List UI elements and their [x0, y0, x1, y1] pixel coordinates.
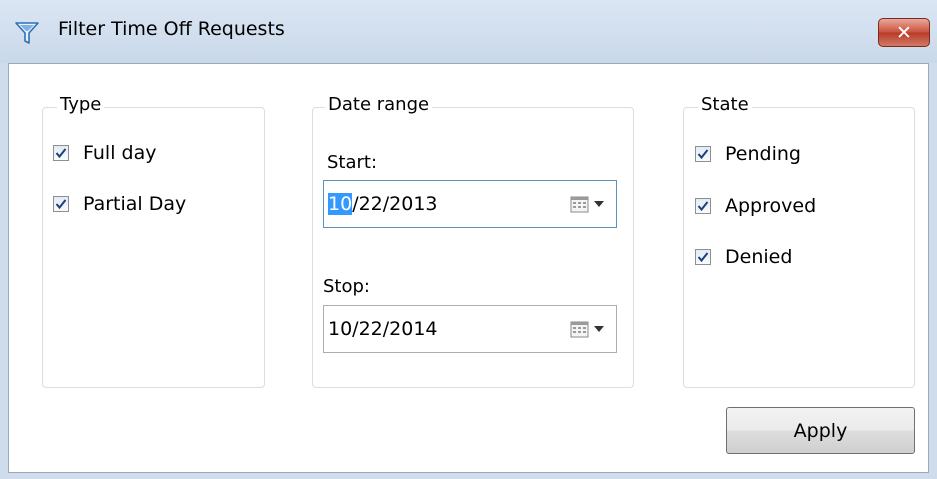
- checkbox-approved[interactable]: Approved: [695, 193, 816, 219]
- check-icon: [697, 149, 709, 160]
- window-title: Filter Time Off Requests: [58, 18, 285, 40]
- checkbox-box[interactable]: [53, 145, 69, 161]
- close-button[interactable]: ✕: [878, 18, 930, 47]
- start-label: Start:: [327, 152, 378, 173]
- checkbox-label: Partial Day: [83, 193, 187, 215]
- calendar-dropdown-button[interactable]: [570, 194, 608, 214]
- checkbox-box[interactable]: [695, 146, 711, 162]
- stop-label: Stop:: [323, 276, 370, 297]
- start-date-month-selected: 10: [328, 193, 353, 215]
- checkbox-box[interactable]: [695, 249, 711, 265]
- filter-dialog: Filter Time Off Requests ✕ Type Full day…: [0, 0, 937, 479]
- type-group-label: Type: [57, 94, 105, 115]
- title-bar[interactable]: Filter Time Off Requests ✕: [0, 0, 937, 63]
- checkbox-label: Denied: [725, 246, 793, 268]
- checkbox-label: Full day: [83, 142, 157, 164]
- stop-date-picker[interactable]: 10/22/2014: [323, 305, 617, 353]
- chevron-down-icon: [594, 201, 604, 207]
- start-date-value[interactable]: 10/22/2013: [328, 193, 438, 215]
- check-icon: [697, 252, 709, 263]
- filter-funnel-icon: [14, 20, 40, 46]
- checkbox-denied[interactable]: Denied: [695, 244, 792, 270]
- checkbox-pending[interactable]: Pending: [695, 141, 801, 167]
- checkbox-label: Pending: [725, 143, 801, 165]
- checkbox-full-day[interactable]: Full day: [53, 140, 156, 166]
- check-icon: [697, 201, 709, 212]
- date-range-group-label: Date range: [325, 94, 433, 115]
- calendar-icon: [570, 321, 589, 338]
- checkbox-box[interactable]: [695, 198, 711, 214]
- checkbox-label: Approved: [725, 195, 817, 217]
- stop-date-value[interactable]: 10/22/2014: [328, 318, 438, 340]
- check-icon: [55, 199, 67, 210]
- checkbox-partial-day[interactable]: Partial Day: [53, 191, 186, 217]
- chevron-down-icon: [594, 326, 604, 332]
- calendar-dropdown-button[interactable]: [570, 319, 608, 339]
- apply-button[interactable]: Apply: [726, 407, 915, 454]
- state-group-label: State: [698, 94, 752, 115]
- check-icon: [55, 148, 67, 159]
- calendar-icon: [570, 196, 589, 213]
- checkbox-box[interactable]: [53, 196, 69, 212]
- start-date-picker[interactable]: 10/22/2013: [323, 180, 617, 228]
- close-icon: ✕: [896, 21, 912, 44]
- start-date-rest: /22/2013: [352, 193, 438, 215]
